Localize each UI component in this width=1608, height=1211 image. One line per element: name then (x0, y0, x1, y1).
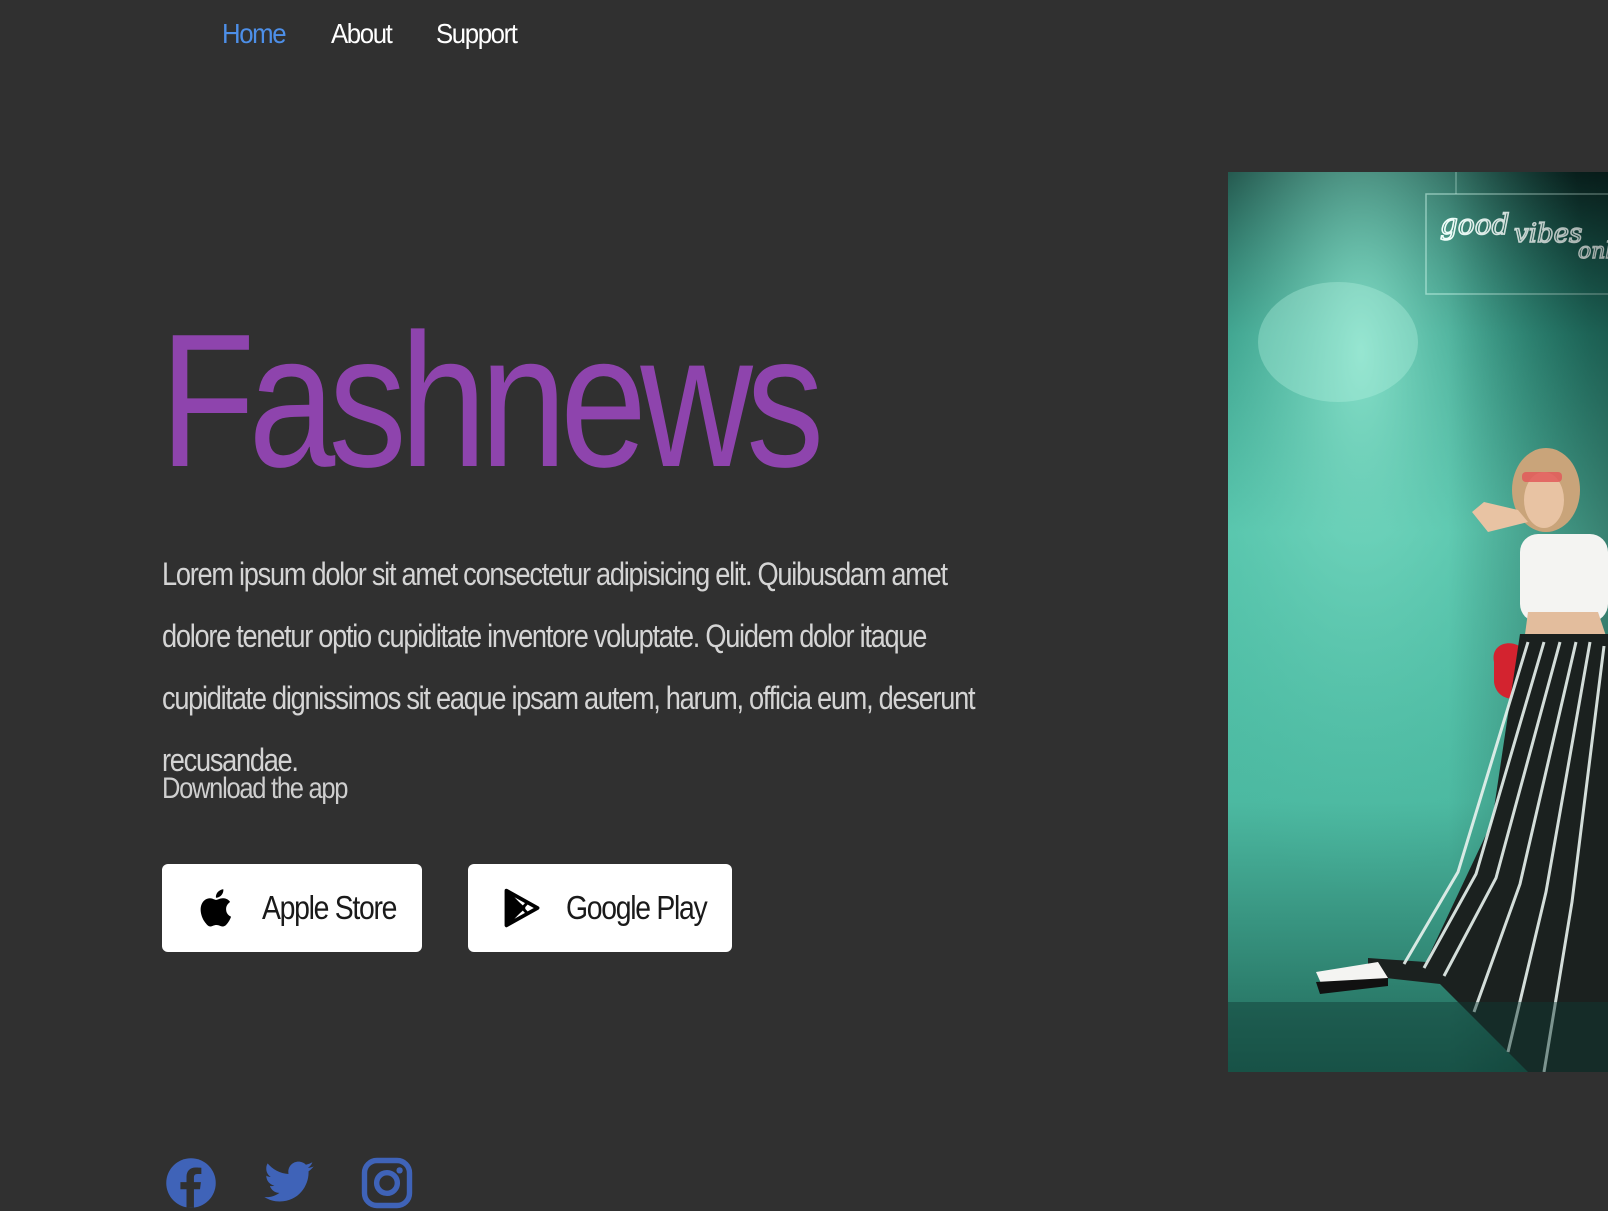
google-play-icon (500, 886, 544, 930)
nav-about[interactable]: About (331, 18, 393, 50)
download-label: Download the app (162, 772, 348, 805)
google-play-button[interactable]: Google Play (468, 864, 732, 952)
nav-support[interactable]: Support (436, 18, 518, 50)
hero-image: good vibes only (1228, 172, 1608, 1072)
social-links (164, 1156, 414, 1210)
apple-store-label: Apple Store (262, 889, 397, 926)
twitter-icon[interactable] (262, 1156, 316, 1210)
apple-store-button[interactable]: Apple Store (162, 864, 422, 952)
nav-home[interactable]: Home (222, 18, 287, 50)
apple-icon (196, 886, 240, 930)
page-title: Fashnews (160, 295, 824, 507)
hero-description: Lorem ipsum dolor sit amet consectetur a… (162, 556, 976, 778)
google-play-label: Google Play (566, 889, 708, 926)
facebook-icon[interactable] (164, 1156, 218, 1210)
main-nav: Home About Support (222, 18, 524, 50)
landing-page: Home About Support Fashnews Lorem ipsum … (0, 0, 1608, 1211)
instagram-icon[interactable] (360, 1156, 414, 1210)
